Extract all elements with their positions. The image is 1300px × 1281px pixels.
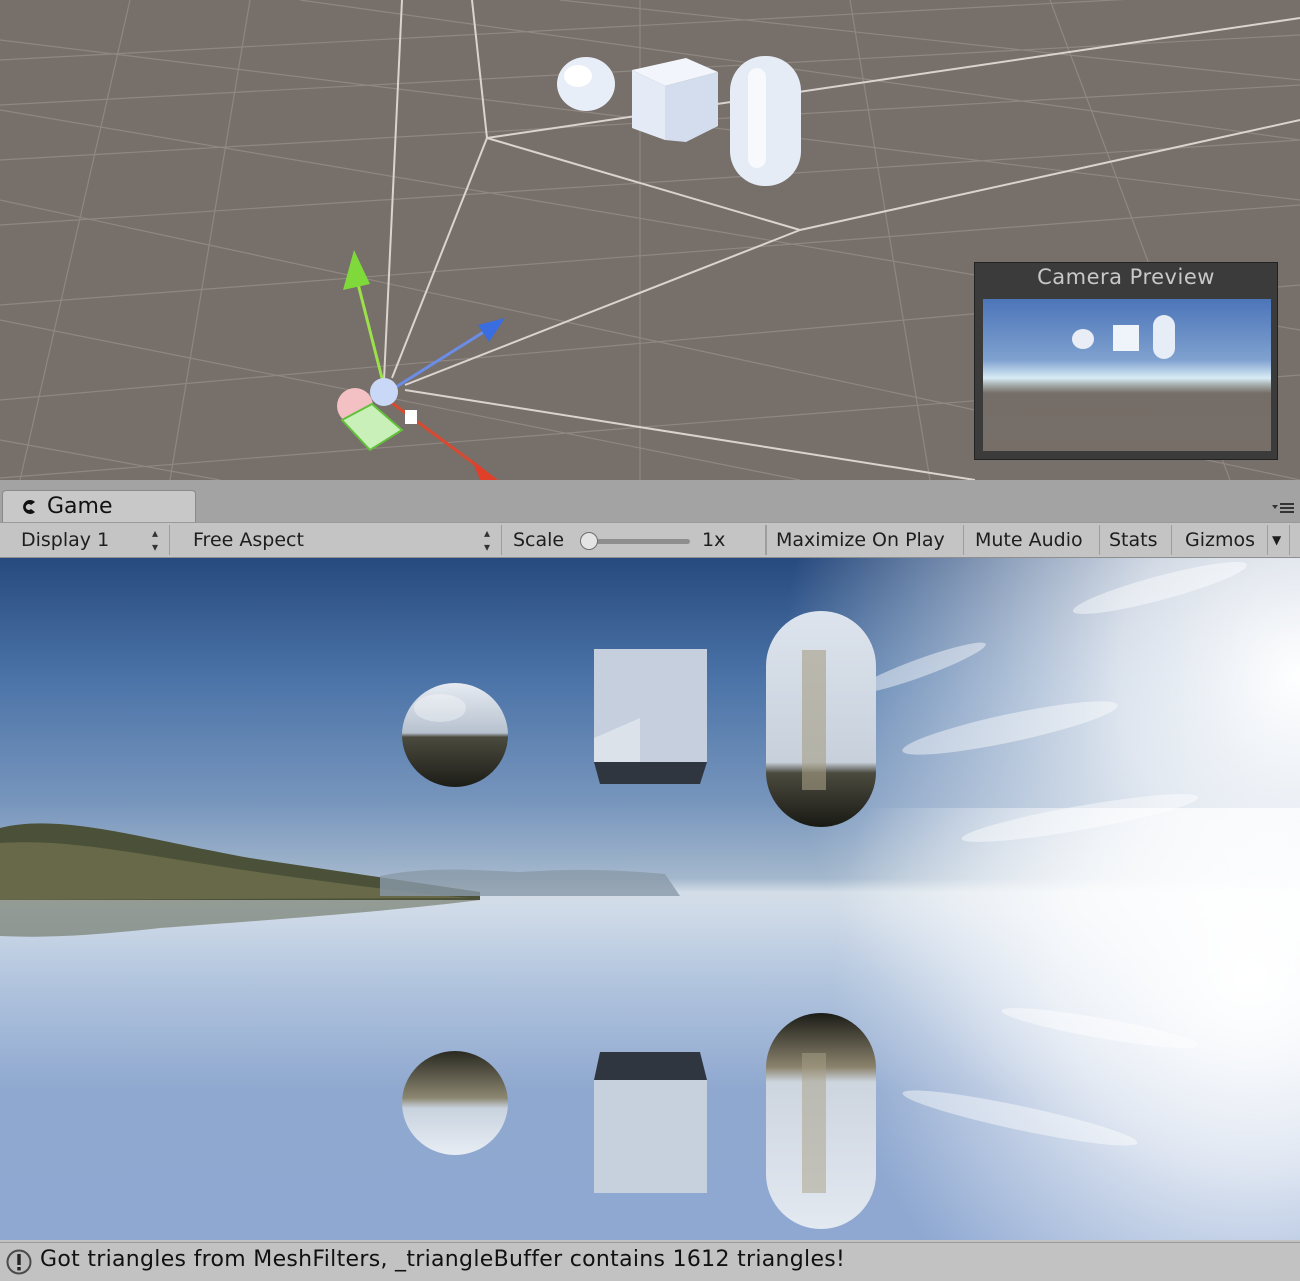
- updown-icon: ▴ ▾: [484, 526, 491, 554]
- game-cube-reflection: [594, 1052, 707, 1193]
- game-capsule: [766, 611, 876, 827]
- game-cube: [594, 649, 707, 784]
- scale-slider-thumb[interactable]: [580, 532, 598, 550]
- warning-icon: [6, 1249, 32, 1279]
- game-sphere-reflection: [402, 1051, 508, 1155]
- gizmos-label: Gizmos: [1185, 529, 1256, 551]
- camera-preview-title: Camera Preview: [1037, 265, 1215, 289]
- chevron-down-icon: ▼: [1272, 533, 1282, 547]
- aspect-dropdown-label: Free Aspect: [193, 529, 304, 551]
- camera-preview-image: [983, 299, 1271, 451]
- mute-audio-label: Mute Audio: [975, 529, 1083, 551]
- tab-game-label: Game: [47, 494, 113, 519]
- maximize-on-play-toggle[interactable]: Maximize On Play: [766, 525, 964, 555]
- scale-label: Scale: [513, 529, 565, 551]
- scale-control: Scale 1x: [502, 525, 766, 555]
- scale-slider-track[interactable]: [582, 539, 690, 544]
- scene-sphere[interactable]: [557, 57, 615, 111]
- updown-icon: ▴ ▾: [152, 526, 159, 554]
- distant-mountains: [380, 869, 680, 896]
- camera-gizmo[interactable]: [337, 250, 505, 480]
- tab-bar: Game: [0, 488, 1300, 523]
- tab-menu-icon[interactable]: [1272, 500, 1294, 519]
- scene-cube[interactable]: [632, 58, 718, 142]
- stats-label: Stats: [1109, 529, 1158, 551]
- camera-preview-panel: Camera Preview: [974, 262, 1278, 460]
- status-bar[interactable]: Got triangles from MeshFilters, _triangl…: [0, 1242, 1300, 1281]
- scene-capsule[interactable]: [730, 56, 801, 186]
- game-toolbar: Display 1 ▴ ▾ Free Aspect ▴ ▾ Scale 1x Max…: [0, 522, 1300, 558]
- gizmos-toggle[interactable]: Gizmos: [1172, 525, 1268, 555]
- game-sphere: [402, 683, 508, 787]
- mute-audio-toggle[interactable]: Mute Audio: [964, 525, 1100, 555]
- island-reflection: [0, 900, 480, 937]
- display-dropdown[interactable]: Display 1 ▴ ▾: [8, 525, 170, 555]
- gizmos-dropdown[interactable]: ▼: [1268, 525, 1290, 555]
- game-render: [0, 558, 1300, 1240]
- stats-toggle[interactable]: Stats: [1100, 525, 1172, 555]
- game-capsule-reflection: [766, 1013, 876, 1229]
- status-message: Got triangles from MeshFilters, _triangl…: [40, 1247, 846, 1272]
- scene-view[interactable]: Camera Preview: [0, 0, 1300, 480]
- tab-game[interactable]: Game: [2, 490, 196, 523]
- aspect-dropdown[interactable]: Free Aspect ▴ ▾: [180, 525, 502, 555]
- game-view[interactable]: [0, 558, 1300, 1240]
- maximize-on-play-label: Maximize On Play: [776, 529, 945, 551]
- scale-value: 1x: [702, 529, 726, 551]
- unity-game-icon: [21, 498, 39, 520]
- display-dropdown-label: Display 1: [21, 529, 110, 551]
